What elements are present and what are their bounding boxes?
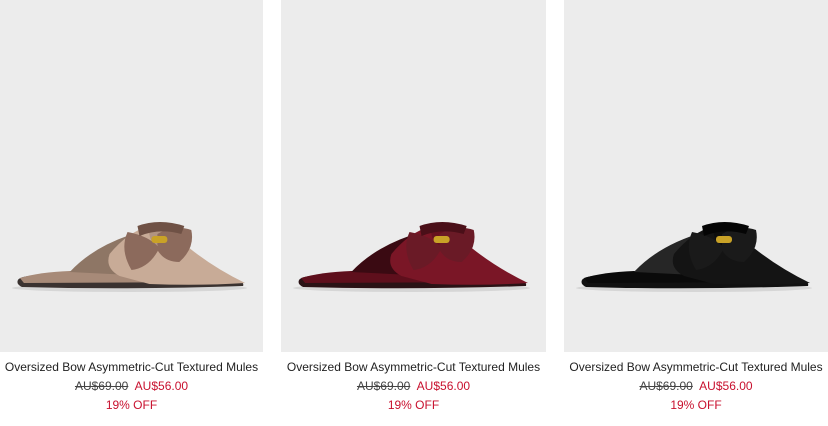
- product-info: Oversized Bow Asymmetric-Cut Textured Mu…: [564, 359, 828, 414]
- product-title[interactable]: Oversized Bow Asymmetric-Cut Textured Mu…: [0, 359, 263, 376]
- mule-shoe-graphic: [11, 222, 248, 292]
- price-row: AU$69.00 AU$56.00: [0, 378, 263, 395]
- mule-shoe-graphic: [293, 222, 530, 292]
- product-info: Oversized Bow Asymmetric-Cut Textured Mu…: [281, 359, 546, 414]
- buckle-icon: [151, 236, 168, 243]
- original-price: AU$69.00: [74, 379, 129, 393]
- product-card[interactable]: Oversized Bow Asymmetric-Cut Textured Mu…: [281, 0, 546, 426]
- buckle-icon: [433, 236, 450, 243]
- product-image[interactable]: [281, 0, 546, 352]
- product-title[interactable]: Oversized Bow Asymmetric-Cut Textured Mu…: [564, 359, 828, 376]
- mule-shoe-graphic: [576, 222, 812, 292]
- product-grid: Oversized Bow Asymmetric-Cut Textured Mu…: [0, 0, 828, 426]
- buckle-icon: [716, 236, 732, 243]
- sale-price: AU$56.00: [699, 379, 753, 393]
- price-row: AU$69.00 AU$56.00: [564, 378, 828, 395]
- original-price: AU$69.00: [639, 379, 693, 393]
- product-image[interactable]: [564, 0, 828, 352]
- product-title[interactable]: Oversized Bow Asymmetric-Cut Textured Mu…: [281, 359, 546, 376]
- product-card[interactable]: Oversized Bow Asymmetric-Cut Textured Mu…: [0, 0, 263, 426]
- sale-price: AU$56.00: [134, 379, 189, 393]
- product-card[interactable]: Oversized Bow Asymmetric-Cut Textured Mu…: [564, 0, 828, 426]
- sale-price: AU$56.00: [416, 379, 471, 393]
- price-row: AU$69.00 AU$56.00: [281, 378, 546, 395]
- product-image[interactable]: [0, 0, 263, 352]
- discount-badge: 19% OFF: [670, 398, 722, 412]
- discount-badge: 19% OFF: [105, 398, 158, 412]
- discount-badge: 19% OFF: [387, 398, 440, 412]
- original-price: AU$69.00: [356, 379, 411, 393]
- product-info: Oversized Bow Asymmetric-Cut Textured Mu…: [0, 359, 263, 414]
